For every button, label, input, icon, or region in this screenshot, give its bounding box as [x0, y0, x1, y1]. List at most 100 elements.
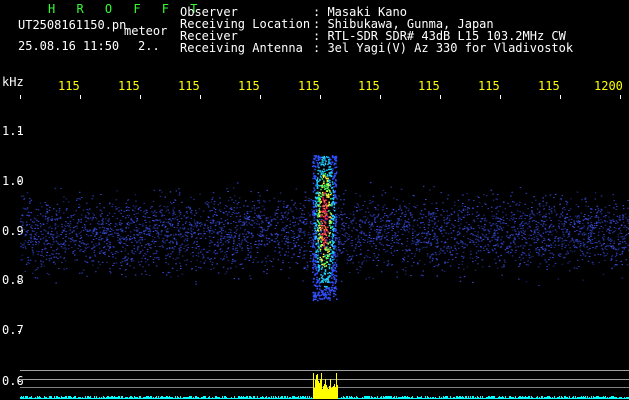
noise-speck — [283, 236, 286, 238]
noise-speck — [467, 229, 469, 231]
noise-speck — [611, 267, 614, 269]
noise-speck — [618, 228, 620, 230]
echo-pixel — [327, 263, 330, 265]
noise-speck — [588, 256, 591, 257]
noise-speck — [70, 238, 72, 240]
noise-speck — [20, 218, 22, 220]
noise-speck — [175, 263, 177, 265]
noise-speck — [232, 248, 234, 250]
noise-speck — [569, 208, 572, 210]
noise-speck — [383, 237, 386, 239]
noise-speck — [215, 214, 218, 216]
noise-speck — [430, 254, 433, 256]
noise-speck — [367, 222, 370, 224]
noise-speck — [525, 281, 528, 283]
noise-speck — [375, 245, 377, 247]
noise-speck — [491, 215, 493, 217]
noise-speck — [394, 232, 396, 233]
noise-speck — [51, 253, 53, 255]
noise-speck — [497, 210, 500, 212]
noise-speck — [139, 233, 141, 235]
noise-speck — [132, 260, 135, 262]
noise-speck — [61, 231, 63, 233]
noise-speck — [614, 256, 617, 258]
noise-speck — [210, 201, 213, 203]
noise-speck — [110, 222, 112, 224]
noise-speck — [265, 235, 268, 237]
noise-speck — [87, 243, 89, 245]
noise-speck — [176, 216, 178, 218]
noise-speck — [235, 247, 237, 249]
noise-speck — [135, 213, 137, 215]
noise-speck — [556, 231, 558, 233]
noise-speck — [432, 254, 434, 256]
noise-speck — [561, 195, 563, 197]
noise-speck — [126, 214, 129, 216]
noise-speck — [357, 272, 360, 274]
noise-speck — [393, 214, 396, 216]
noise-speck — [21, 228, 24, 230]
noise-speck — [611, 255, 613, 257]
noise-speck — [558, 253, 561, 255]
noise-speck — [526, 223, 529, 225]
noise-speck — [425, 233, 428, 235]
noise-speck — [152, 259, 155, 260]
noise-speck — [479, 250, 482, 252]
noise-speck — [446, 217, 449, 219]
noise-speck — [308, 198, 310, 199]
echo-pixel — [334, 173, 336, 175]
noise-speck — [401, 226, 404, 228]
echo-pixel — [321, 222, 323, 225]
noise-speck — [559, 216, 561, 218]
noise-speck — [152, 220, 154, 221]
noise-speck — [353, 213, 355, 215]
noise-speck — [139, 242, 142, 244]
noise-speck — [434, 252, 437, 254]
noise-speck — [464, 206, 466, 207]
noise-speck — [309, 215, 311, 217]
noise-speck — [478, 196, 480, 198]
noise-speck — [514, 259, 517, 261]
echo-pixel — [312, 271, 314, 273]
noise-speck — [524, 203, 526, 205]
noise-speck — [536, 237, 539, 239]
noise-speck — [392, 228, 394, 229]
noise-speck — [106, 243, 108, 245]
noise-speck — [91, 241, 93, 243]
noise-speck — [227, 191, 229, 192]
noise-speck — [240, 221, 242, 222]
noise-speck — [391, 264, 393, 266]
noise-speck — [578, 217, 581, 219]
noise-speck — [402, 269, 404, 271]
noise-speck — [346, 233, 348, 235]
noise-speck — [474, 231, 476, 233]
noise-speck — [475, 246, 478, 248]
noise-speck — [30, 212, 32, 214]
noise-speck — [54, 263, 57, 265]
noise-speck — [29, 259, 32, 261]
noise-speck — [301, 221, 303, 223]
noise-speck — [96, 222, 99, 224]
noise-speck — [395, 210, 398, 212]
noise-speck — [161, 215, 163, 217]
noise-speck — [359, 249, 362, 251]
noise-speck — [202, 235, 204, 237]
echo-pixel — [313, 200, 315, 202]
echo-pixel — [316, 249, 319, 251]
noise-speck — [263, 208, 266, 210]
noise-speck — [285, 238, 288, 240]
noise-speck — [212, 192, 215, 194]
noise-speck — [83, 224, 86, 226]
noise-speck — [387, 217, 389, 219]
noise-speck — [436, 216, 438, 218]
noise-speck — [287, 232, 290, 234]
noise-speck — [315, 249, 317, 251]
echo-pixel — [335, 275, 338, 277]
noise-speck — [503, 264, 505, 266]
noise-speck — [279, 192, 282, 194]
noise-speck — [200, 222, 202, 224]
noise-speck — [284, 216, 287, 218]
noise-speck — [108, 212, 111, 214]
noise-speck — [603, 243, 605, 244]
noise-speck — [79, 250, 81, 252]
